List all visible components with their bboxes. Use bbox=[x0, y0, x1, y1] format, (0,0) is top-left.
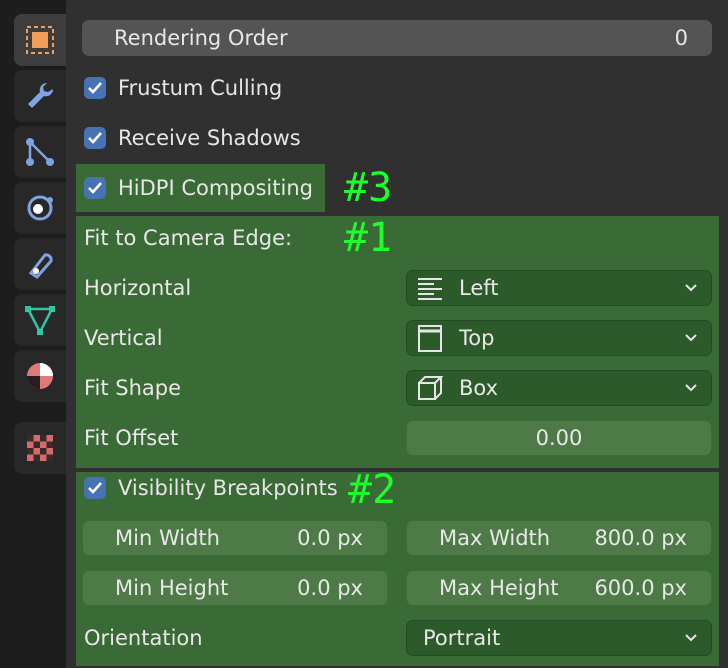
rendering-order-value: 0 bbox=[674, 26, 688, 50]
cube-icon bbox=[418, 376, 444, 400]
horizontal-value: Left bbox=[459, 276, 499, 300]
align-top-icon bbox=[418, 325, 442, 352]
checkmark-icon bbox=[88, 132, 102, 144]
data-tab[interactable] bbox=[14, 294, 66, 346]
physics-orbit-icon bbox=[27, 195, 53, 221]
vertical-label: Vertical bbox=[84, 326, 163, 350]
vertical-dropdown[interactable]: Top bbox=[406, 320, 712, 356]
physics-tab[interactable] bbox=[14, 182, 66, 234]
chevron-down-icon bbox=[685, 284, 697, 292]
particles-tab[interactable] bbox=[14, 126, 66, 178]
vertical-value: Top bbox=[459, 326, 495, 350]
modifier-tab[interactable] bbox=[14, 70, 66, 122]
checkmark-icon bbox=[88, 482, 102, 494]
material-tab[interactable] bbox=[14, 350, 66, 402]
min-height-label: Min Height bbox=[115, 576, 229, 600]
fit-offset-field[interactable]: 0.00 bbox=[406, 420, 712, 456]
annotation-2: #2 bbox=[348, 467, 397, 513]
wrench-icon bbox=[28, 82, 54, 108]
frustum-culling-checkbox[interactable]: Frustum Culling bbox=[84, 73, 282, 103]
annotation-1: #1 bbox=[344, 215, 393, 261]
constraints-tab[interactable] bbox=[14, 238, 66, 290]
fit-shape-dropdown[interactable]: Box bbox=[406, 370, 712, 406]
checkmark-icon bbox=[88, 182, 102, 194]
constraint-icon bbox=[28, 253, 53, 279]
orientation-dropdown[interactable]: Portrait bbox=[406, 620, 712, 656]
hidpi-compositing-checkbox[interactable]: HiDPI Compositing bbox=[84, 173, 313, 203]
orientation-value: Portrait bbox=[423, 626, 501, 650]
object-tab[interactable] bbox=[14, 14, 66, 66]
rendering-order-field[interactable]: Rendering Order 0 bbox=[82, 20, 712, 56]
fit-camera-edge-title: Fit to Camera Edge: bbox=[84, 226, 293, 250]
frustum-culling-label: Frustum Culling bbox=[118, 76, 283, 100]
horizontal-dropdown[interactable]: Left bbox=[406, 270, 712, 306]
receive-shadows-label: Receive Shadows bbox=[118, 126, 301, 150]
visibility-breakpoints-label: Visibility Breakpoints bbox=[118, 476, 338, 500]
receive-shadows-checkbox[interactable]: Receive Shadows bbox=[84, 123, 301, 153]
min-width-label: Min Width bbox=[115, 526, 220, 550]
max-width-label: Max Width bbox=[439, 526, 551, 550]
max-height-field[interactable]: Max Height 600.0 px bbox=[406, 570, 712, 606]
checker-texture-icon bbox=[27, 435, 53, 461]
texture-tab[interactable] bbox=[14, 422, 66, 474]
fit-offset-value: 0.00 bbox=[535, 426, 583, 450]
min-height-field[interactable]: Min Height 0.0 px bbox=[82, 570, 388, 606]
hidpi-compositing-label: HiDPI Compositing bbox=[118, 176, 313, 200]
fit-shape-value: Box bbox=[459, 376, 499, 400]
min-width-value: 0.0 px bbox=[297, 526, 363, 550]
particles-icon bbox=[26, 138, 54, 166]
chevron-down-icon bbox=[685, 334, 697, 342]
chevron-down-icon bbox=[685, 634, 697, 642]
align-left-icon bbox=[418, 278, 442, 300]
orientation-label: Orientation bbox=[84, 626, 203, 650]
min-height-value: 0.0 px bbox=[297, 576, 363, 600]
chevron-down-icon bbox=[685, 384, 697, 392]
visibility-breakpoints-checkbox[interactable]: Visibility Breakpoints bbox=[84, 473, 338, 503]
min-width-field[interactable]: Min Width 0.0 px bbox=[82, 520, 388, 556]
max-width-field[interactable]: Max Width 800.0 px bbox=[406, 520, 712, 556]
max-height-label: Max Height bbox=[439, 576, 559, 600]
fit-offset-label: Fit Offset bbox=[84, 426, 179, 450]
checkbox-box bbox=[84, 77, 106, 99]
annotation-3: #3 bbox=[344, 165, 393, 211]
material-sphere-icon bbox=[27, 363, 53, 389]
max-height-value: 600.0 px bbox=[594, 576, 687, 600]
checkbox-box bbox=[84, 127, 106, 149]
checkbox-box bbox=[84, 477, 106, 499]
object-square-icon bbox=[26, 26, 54, 54]
fit-shape-label: Fit Shape bbox=[84, 376, 182, 400]
max-width-value: 800.0 px bbox=[594, 526, 687, 550]
horizontal-label: Horizontal bbox=[84, 276, 192, 300]
rendering-order-label: Rendering Order bbox=[114, 26, 288, 50]
mesh-triangle-icon bbox=[25, 306, 55, 335]
checkmark-icon bbox=[88, 82, 102, 94]
checkbox-box bbox=[84, 177, 106, 199]
